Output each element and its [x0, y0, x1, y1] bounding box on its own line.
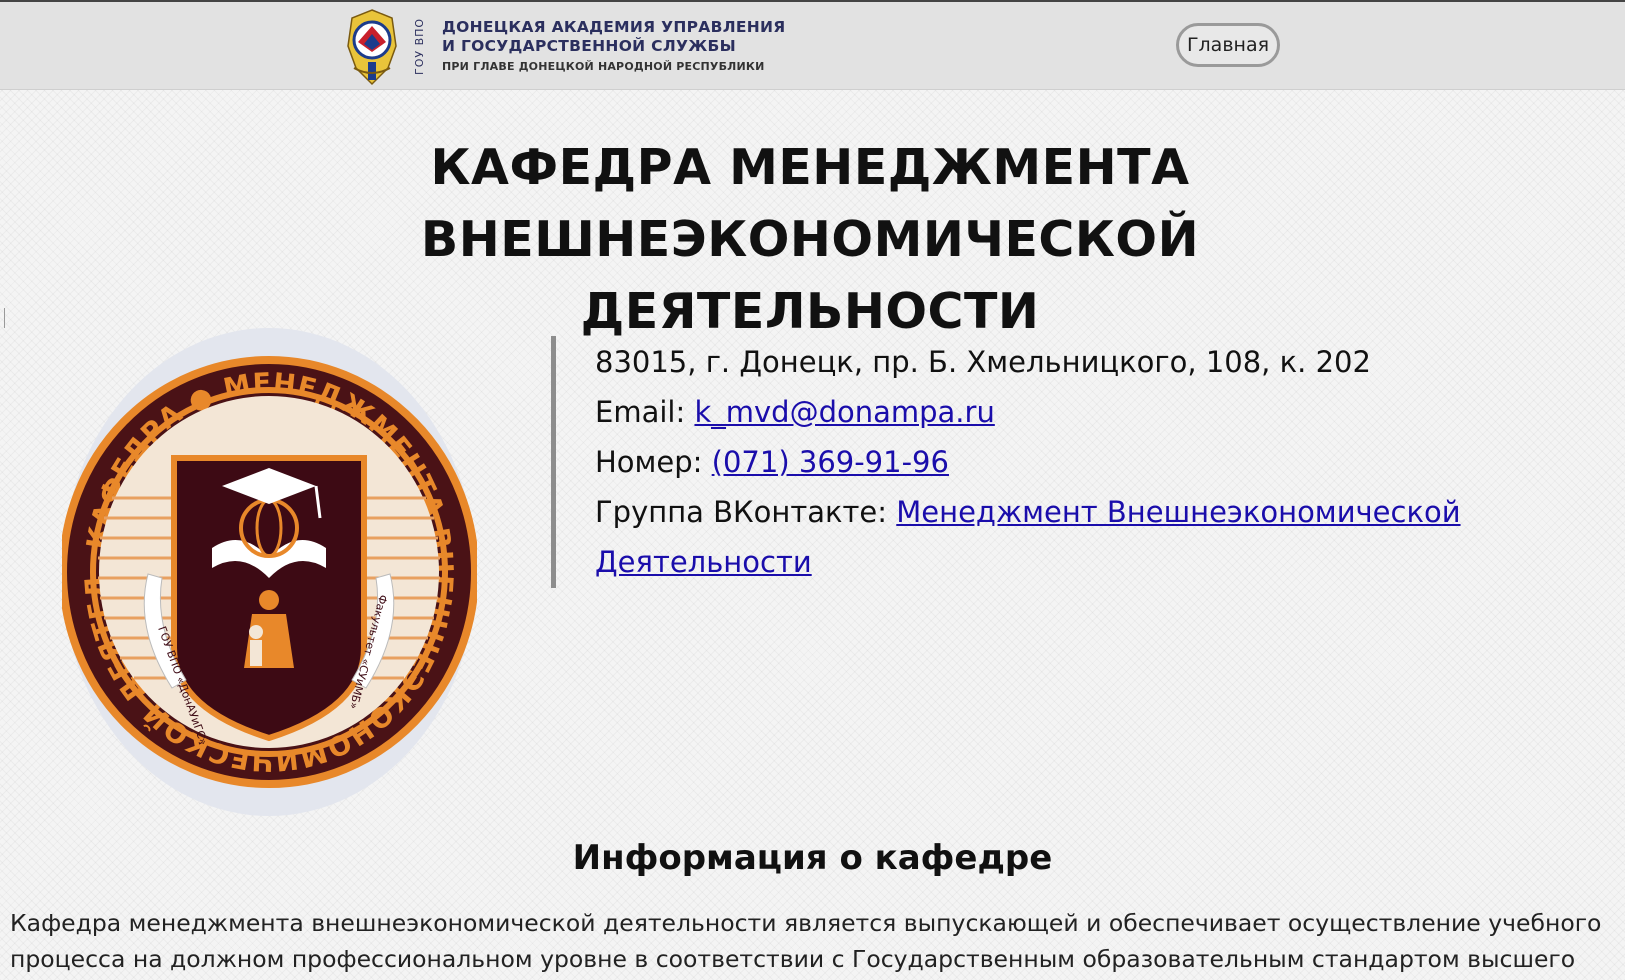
nav-home-button[interactable]: Главная: [1176, 23, 1280, 67]
page-title-line1: КАФЕДРА МЕНЕДЖМЕНТА ВНЕШНЕЭКОНОМИЧЕСКОЙ: [420, 139, 1200, 268]
phone-row: Номер: (071) 369-91-96: [595, 437, 1495, 487]
vk-link-line2: Деятельности: [595, 545, 812, 579]
contacts-divider: [551, 336, 556, 588]
phone-link[interactable]: (071) 369-91-96: [712, 445, 949, 479]
page-title-line2: ДЕЯТЕЛЬНОСТИ: [580, 283, 1040, 340]
vk-row: Группа ВКонтакте: Менеджмент Внешнеэконо…: [595, 487, 1495, 587]
department-emblem-icon: КАФЕДРА ● МЕНЕДЖМЕНТА ВНЕШНЕЭКОНОМИЧЕСКО…: [62, 328, 477, 816]
text-cursor: [4, 308, 5, 328]
academy-name-line1: ДОНЕЦКАЯ АКАДЕМИЯ УПРАВЛЕНИЯ: [442, 18, 786, 36]
vk-link-line1: Менеджмент Внешнеэкономической: [896, 495, 1461, 529]
academy-name[interactable]: ДОНЕЦКАЯ АКАДЕМИЯ УПРАВЛЕНИЯ И ГОСУДАРСТ…: [442, 18, 786, 75]
academy-emblem-icon[interactable]: [340, 6, 404, 90]
about-heading: Информация о кафедре: [572, 838, 1053, 878]
academy-status-label: ГОУ ВПО: [413, 17, 426, 75]
about-text: Кафедра менеджмента внешнеэкономической …: [10, 909, 1602, 973]
academy-name-line2: И ГОСУДАРСТВЕННОЙ СЛУЖБЫ: [442, 37, 736, 55]
contacts-block: 83015, г. Донецк, пр. Б. Хмельницкого, 1…: [595, 337, 1495, 587]
email-link[interactable]: k_mvd@donampa.ru: [694, 395, 994, 429]
academy-name-line3: ПРИ ГЛАВЕ ДОНЕЦКОЙ НАРОДНОЙ РЕСПУБЛИКИ: [442, 60, 765, 73]
site-header: ГОУ ВПО ДОНЕЦКАЯ АКАДЕМИЯ УПРАВЛЕНИЯ И Г…: [0, 0, 1625, 90]
page-title: КАФЕДРА МЕНЕДЖМЕНТА ВНЕШНЕЭКОНОМИЧЕСКОЙ …: [60, 132, 1560, 348]
address-text: 83015, г. Донецк, пр. Б. Хмельницкого, 1…: [595, 345, 1371, 379]
vk-label: Группа ВКонтакте:: [595, 495, 897, 529]
phone-label: Номер:: [595, 445, 712, 479]
email-label: Email:: [595, 395, 695, 429]
email-row: Email: k_mvd@donampa.ru: [595, 387, 1495, 437]
